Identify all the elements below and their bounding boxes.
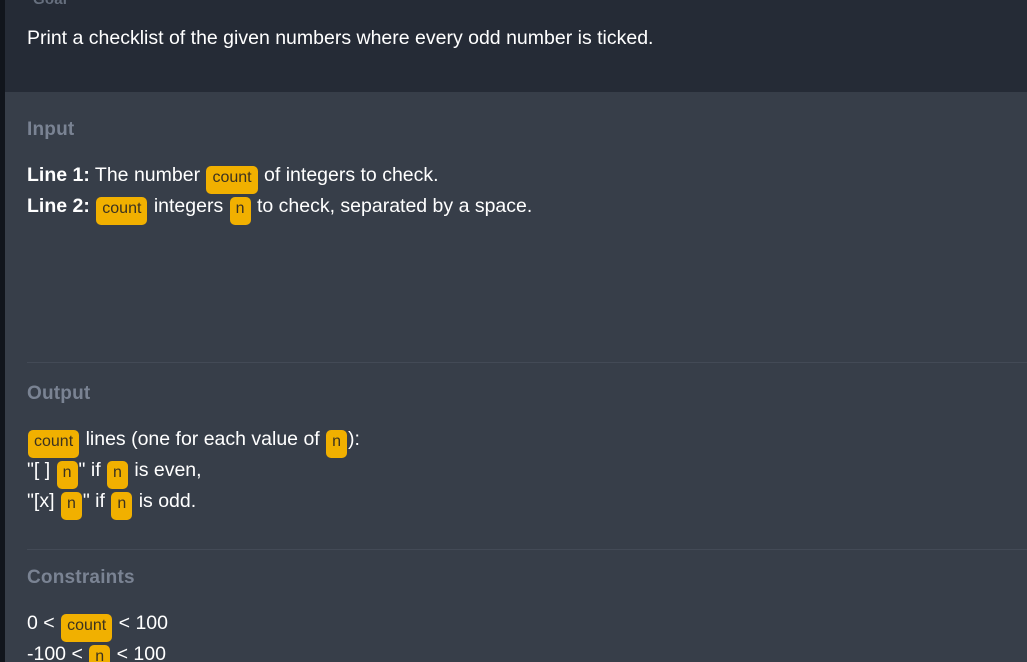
input-line-1-before: The number — [94, 164, 201, 186]
statement-body-panel: Input Line 1: The number count of intege… — [5, 92, 1027, 662]
input-line-2-after: to check, separated by a space. — [256, 195, 533, 217]
output-line-1: count lines (one for each value of n): — [27, 426, 1027, 458]
var-count-badge: count — [96, 197, 148, 225]
section-constraints: Constraints 0 < count < 100 -100 < n < 1… — [5, 566, 1027, 662]
goal-heading: Goal — [33, 0, 67, 8]
var-n-badge: n — [111, 492, 133, 520]
statement-text: Print a checklist of the given numbers w… — [27, 27, 654, 49]
section-divider — [27, 549, 1027, 550]
output-line-3-open: "[x] — [27, 490, 55, 512]
content-column: Goal Print a checklist of the given numb… — [5, 0, 1027, 662]
output-line-3-close: " if — [82, 490, 105, 512]
output-line-1-text: lines (one for each value of — [85, 428, 320, 450]
output-line-1-tail: ): — [348, 428, 360, 450]
input-body: Line 1: The number count of integers to … — [27, 162, 1027, 225]
constraints-body: 0 < count < 100 -100 < n < 100 — [27, 610, 1027, 662]
var-n-badge: n — [229, 197, 251, 225]
section-output: Output count lines (one for each value o… — [5, 382, 1027, 520]
constraint-2-left: -100 < — [27, 643, 83, 662]
constraint-1-left: 0 < — [27, 612, 55, 634]
section-title-output: Output — [27, 383, 91, 404]
output-line-3-tail: is odd. — [138, 490, 197, 512]
var-count-badge: count — [28, 430, 80, 458]
output-line-2-tail: is even, — [134, 459, 202, 481]
var-n-badge: n — [56, 461, 78, 489]
input-line-1-label: Line 1: — [27, 164, 90, 186]
input-line-2-mid: integers — [153, 195, 224, 217]
output-line-2: "[ ] n " if n is even, — [27, 457, 1027, 489]
input-line-1-after: of integers to check. — [264, 164, 439, 186]
section-divider — [27, 362, 1027, 363]
statement-band: Goal Print a checklist of the given numb… — [5, 0, 1027, 92]
var-count-badge: count — [61, 614, 113, 642]
var-n-badge: n — [107, 461, 128, 489]
output-line-3: "[x] n " if n is odd. — [27, 488, 1027, 520]
input-line-2: Line 2: count integers n to check, separ… — [27, 193, 1027, 225]
section-title-constraints: Constraints — [27, 567, 135, 588]
var-count-badge: count — [206, 166, 258, 194]
puzzle-statement-page: Goal Print a checklist of the given numb… — [0, 0, 1027, 662]
section-title-input: Input — [27, 119, 75, 140]
var-n-badge: n — [326, 430, 348, 458]
output-body: count lines (one for each value of n): "… — [27, 426, 1027, 520]
output-line-2-close: " if — [78, 459, 101, 481]
input-line-1: Line 1: The number count of integers to … — [27, 162, 1027, 194]
section-input: Input Line 1: The number count of intege… — [5, 118, 1027, 225]
constraint-line-1: 0 < count < 100 — [27, 610, 1027, 642]
output-line-2-open: "[ ] — [27, 459, 51, 481]
constraint-2-right: < 100 — [116, 643, 166, 662]
constraint-1-right: < 100 — [118, 612, 168, 634]
var-n-badge: n — [60, 492, 82, 520]
constraint-line-2: -100 < n < 100 — [27, 641, 1027, 662]
var-n-badge: n — [89, 645, 111, 662]
input-line-2-label: Line 2: — [27, 195, 90, 217]
